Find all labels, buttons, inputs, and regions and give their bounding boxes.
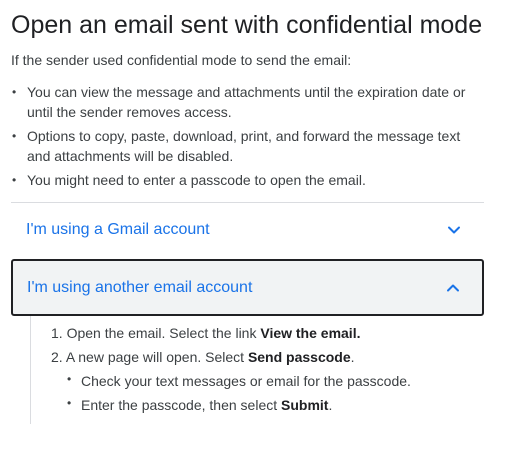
bullet-icon: •: [12, 173, 17, 187]
step-text-after: .: [350, 349, 355, 365]
list-item: 1. Open the email. Select the link View …: [51, 321, 411, 345]
accordion-gmail-label: I'm using a Gmail account: [26, 221, 210, 238]
page-title: Open an email sent with confidential mod…: [11, 11, 483, 39]
section-divider: [11, 202, 484, 203]
help-article: Open an email sent with confidential mod…: [0, 0, 508, 460]
accordion-other-email-account[interactable]: I'm using another email account: [11, 259, 484, 316]
step-text: A new page will open. Select: [65, 349, 248, 365]
intro-text: If the sender used confidential mode to …: [11, 52, 352, 68]
info-bullet-list: • You can view the message and attachmen…: [11, 82, 486, 194]
list-item: • You can view the message and attachmen…: [11, 82, 486, 122]
list-item: • Options to copy, paste, download, prin…: [11, 126, 486, 166]
substep-text: Enter the passcode, then select: [81, 397, 282, 413]
step-list: 1. Open the email. Select the link View …: [51, 321, 411, 417]
chevron-up-icon: [447, 284, 459, 291]
bullet-text: You can view the message and attachments…: [27, 84, 466, 120]
chevron-down-icon: [448, 226, 460, 234]
step-number: 2.: [51, 349, 63, 365]
list-item: • Check your text messages or email for …: [67, 369, 411, 393]
bullet-text: Options to copy, paste, download, print,…: [27, 128, 461, 164]
substep-text: Check your text messages or email for th…: [81, 373, 411, 389]
substep-bold-text: Submit: [281, 397, 329, 413]
list-item: • Enter the passcode, then select Submit…: [67, 393, 411, 417]
substep-list: • Check your text messages or email for …: [51, 369, 411, 417]
substep-text-after: .: [328, 397, 333, 413]
accordion-other-label: I'm using another email account: [27, 278, 253, 296]
bullet-icon: •: [12, 129, 17, 143]
step-bold-text: View the email.: [260, 325, 361, 341]
step-number: 1.: [51, 325, 63, 341]
accordion-other-panel: 1. Open the email. Select the link View …: [30, 316, 481, 424]
bullet-icon: •: [12, 85, 17, 99]
step-text: Open the email. Select the link: [66, 325, 261, 341]
step-bold-text: Send passcode: [247, 349, 351, 365]
bullet-icon: •: [67, 396, 72, 410]
accordion-gmail-account[interactable]: I'm using a Gmail account: [11, 204, 484, 256]
bullet-icon: •: [67, 372, 72, 386]
bullet-text: You might need to enter a passcode to op…: [27, 172, 366, 188]
list-item: • You might need to enter a passcode to …: [11, 170, 486, 190]
list-item: 2. A new page will open. Select Send pas…: [51, 345, 411, 417]
